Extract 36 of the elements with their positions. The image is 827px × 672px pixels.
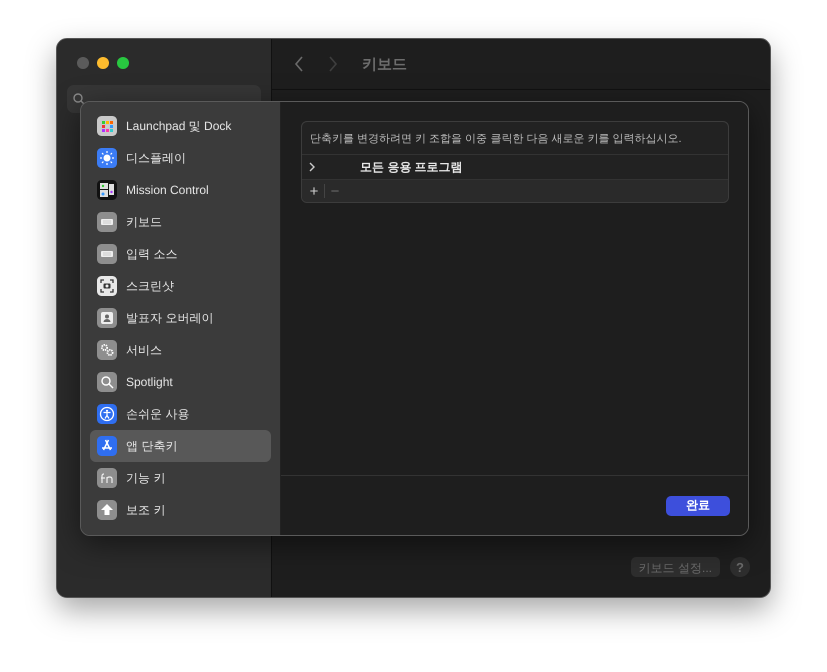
gears-icon	[97, 340, 117, 360]
sidebar-item[interactable]: Spotlight	[90, 366, 271, 398]
accessibility-icon	[97, 404, 117, 424]
function-key-icon	[97, 468, 117, 488]
keyboard-icon	[97, 212, 117, 232]
magnifier-icon	[97, 372, 117, 392]
close-button[interactable]	[77, 57, 89, 69]
search-icon	[73, 93, 85, 105]
sun-icon	[97, 148, 117, 168]
sidebar-item[interactable]: 앱 단축키	[90, 430, 271, 462]
sidebar-item[interactable]: 보조 키	[90, 494, 271, 526]
sidebar-item[interactable]: 입력 소스	[90, 238, 271, 270]
grid-icon	[97, 116, 117, 136]
zoom-button[interactable]	[117, 57, 129, 69]
sidebar-item[interactable]: 기능 키	[90, 462, 271, 494]
sidebar-item[interactable]: 스크린샷	[90, 270, 271, 302]
minimize-button[interactable]	[97, 57, 109, 69]
keyboard-icon	[97, 244, 117, 264]
back-icon[interactable]	[294, 56, 304, 72]
app-store-icon	[97, 436, 117, 456]
sidebar-item[interactable]: 디스플레이	[90, 142, 271, 174]
sidebar-item[interactable]: Launchpad 및 Dock	[90, 110, 271, 142]
screenshot-icon	[97, 276, 117, 296]
window-title: 키보드	[362, 54, 407, 74]
sidebar-item[interactable]: 손쉬운 사용	[90, 398, 271, 430]
sidebar-item[interactable]: 발표자 오버레이	[90, 302, 271, 334]
person-icon	[97, 308, 117, 328]
sidebar-item[interactable]: 키보드	[90, 206, 271, 238]
sidebar-item[interactable]: 서비스	[90, 334, 271, 366]
add-button[interactable]: +	[304, 182, 324, 200]
disclosure-icon[interactable]	[308, 162, 316, 172]
done-button[interactable]: 완료	[666, 496, 730, 516]
sidebar-item[interactable]: Mission Control	[90, 174, 271, 206]
hint-text: 단축키를 변경하려면 키 조합을 이중 클릭한 다음 새로운 키를 입력하십시오.	[302, 122, 728, 155]
app-group-label: 모든 응용 프로그램	[360, 158, 463, 176]
windows-icon	[97, 180, 117, 200]
